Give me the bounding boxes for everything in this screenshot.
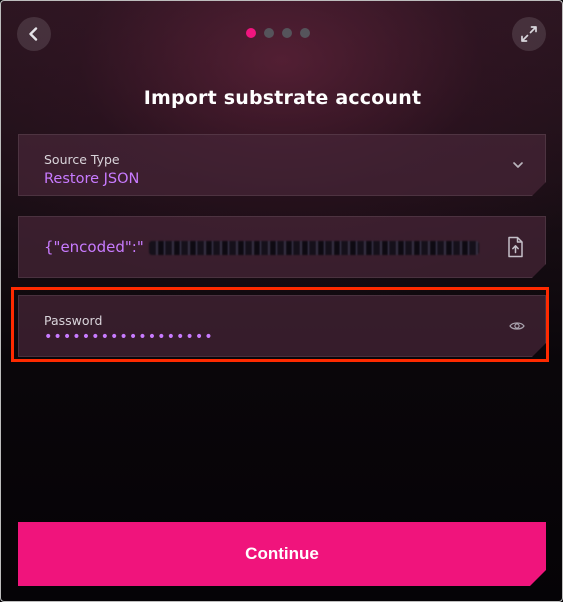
chevron-down-icon xyxy=(511,158,525,172)
source-type-value: Restore JSON xyxy=(44,171,140,187)
password-label: Password xyxy=(44,313,103,328)
continue-button[interactable]: Continue xyxy=(18,522,546,586)
source-type-select[interactable]: Source Type Restore JSON xyxy=(18,134,546,196)
json-file-value: {"encoded":" xyxy=(44,238,144,256)
back-button[interactable] xyxy=(17,17,51,51)
source-type-label: Source Type xyxy=(44,152,120,167)
file-upload-icon[interactable] xyxy=(505,236,525,258)
step-dot-1 xyxy=(246,28,256,38)
redacted-json-content xyxy=(149,241,479,255)
step-dot-4 xyxy=(300,28,310,38)
app-frame: Import substrate account Source Type Res… xyxy=(0,0,563,602)
json-file-field[interactable]: {"encoded":" xyxy=(18,216,546,278)
step-indicator xyxy=(246,28,310,38)
eye-icon[interactable] xyxy=(509,320,525,332)
chevron-left-icon xyxy=(29,27,38,41)
expand-button[interactable] xyxy=(512,17,546,51)
page-title: Import substrate account xyxy=(143,87,422,109)
step-dot-3 xyxy=(282,28,292,38)
password-input[interactable]: •••••••••••••••••• xyxy=(44,329,214,345)
expand-arrows-icon xyxy=(521,26,537,42)
password-field[interactable]: Password •••••••••••••••••• xyxy=(18,295,546,357)
step-dot-2 xyxy=(264,28,274,38)
